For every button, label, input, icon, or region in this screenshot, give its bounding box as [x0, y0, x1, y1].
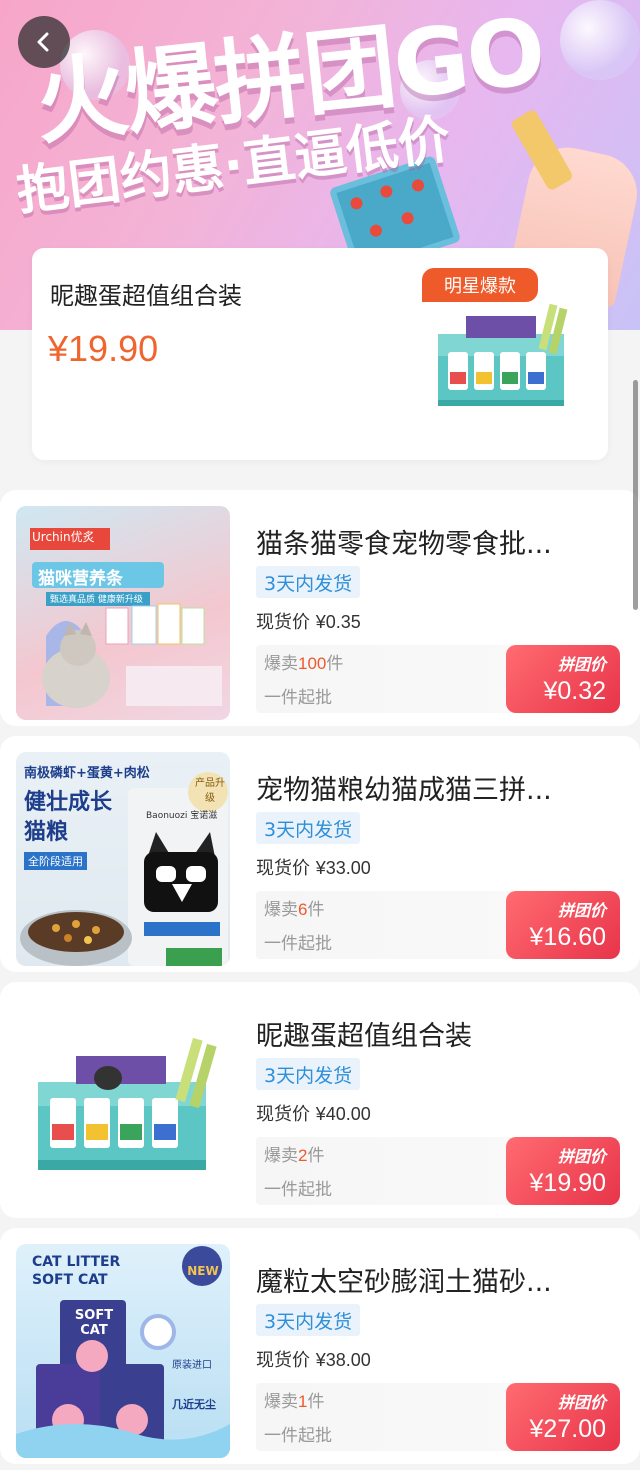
group-buy-button[interactable]: 拼团价 ¥16.60 [506, 891, 620, 959]
chevron-left-icon [37, 32, 49, 52]
group-price-label: 拼团价 [557, 1393, 606, 1412]
sold-count: 爆卖1件 [264, 1392, 325, 1412]
shipping-badge: 3天内发货 [256, 1058, 361, 1090]
spot-price: 现货价 ¥40.00 [256, 1104, 371, 1125]
thumb-brand: Urchin优炙 [32, 530, 95, 544]
combo-pack-illustration [38, 1037, 217, 1170]
min-order: 一件起批 [264, 934, 332, 954]
group-buy-button[interactable]: 拼团价 ¥19.90 [506, 1137, 620, 1205]
min-order: 一件起批 [264, 1426, 332, 1446]
thumb-brand: Baonuozi 宝诺滋 [146, 811, 218, 821]
sold-count: 爆卖2件 [264, 1146, 325, 1166]
product-name: 猫条猫零食宠物零食批... [256, 529, 552, 560]
group-price: ¥19.90 [529, 1169, 606, 1197]
product-name: 昵趣蛋超值组合装 [256, 1021, 472, 1052]
group-buy-box: 爆卖100件 一件起批 拼团价 ¥0.32 [256, 645, 620, 713]
thumb-line4: 全阶段适用 [24, 852, 87, 870]
thumb-line1: 南极磷虾+蛋黄+肉松 [24, 766, 150, 781]
shipping-badge: 3天内发货 [256, 1304, 361, 1336]
back-button[interactable] [18, 16, 70, 68]
thumb-line2: SOFT CAT [32, 1272, 108, 1288]
product-name: 魔粒太空砂膨润土猫砂... [256, 1267, 552, 1298]
group-buy-box: 爆卖1件 一件起批 拼团价 ¥27.00 [256, 1383, 620, 1451]
spot-price: 现货价 ¥33.00 [256, 858, 371, 879]
product-image: CAT LITTER SOFT CAT NEW SOFT CAT 原装进口 几近… [16, 1244, 230, 1458]
group-buy-button[interactable]: 拼团价 ¥27.00 [506, 1383, 620, 1451]
featured-product-card[interactable]: 昵趣蛋超值组合装 ¥19.90 明星爆款 [32, 248, 608, 460]
product-image [16, 998, 230, 1212]
spot-price: 现货价 ¥0.35 [256, 612, 361, 633]
featured-product-price: ¥19.90 [48, 328, 159, 369]
product-image: Urchin优炙 猫咪营养条 甄选真品质 健康新升级 [16, 506, 230, 720]
group-price-label: 拼团价 [557, 1147, 606, 1166]
thumb-note1: 原装进口 [172, 1360, 212, 1371]
group-price: ¥16.60 [529, 923, 606, 951]
shipping-badge: 3天内发货 [256, 566, 361, 598]
min-order: 一件起批 [264, 1180, 332, 1200]
group-buy-box: 爆卖6件 一件起批 拼团价 ¥16.60 [256, 891, 620, 959]
thumb-line1: CAT LITTER [32, 1254, 121, 1270]
bubble-decoration [560, 0, 640, 80]
group-buy-box: 爆卖2件 一件起批 拼团价 ¥19.90 [256, 1137, 620, 1205]
group-buy-button[interactable]: 拼团价 ¥0.32 [506, 645, 620, 713]
product-card[interactable]: Urchin优炙 猫咪营养条 甄选真品质 健康新升级 猫条猫零食宠物零食批...… [0, 490, 640, 726]
thumb-headline: 猫咪营养条 [38, 569, 123, 589]
new-badge: NEW [187, 1264, 219, 1278]
product-name: 宠物猫粮幼猫成猫三拼... [256, 775, 552, 806]
sold-count: 爆卖6件 [264, 900, 325, 920]
group-price-label: 拼团价 [557, 901, 606, 920]
featured-product-name: 昵趣蛋超值组合装 [50, 282, 242, 310]
group-price: ¥27.00 [529, 1415, 606, 1443]
group-price-label: 拼团价 [557, 655, 606, 674]
product-card[interactable]: 南极磷虾+蛋黄+肉松 健壮成长 猫粮 全阶段适用 产品升级 Baonuozi 宝… [0, 736, 640, 972]
thumb-line3: 猫粮 [24, 820, 69, 845]
featured-product-image [438, 303, 568, 406]
product-card[interactable]: CAT LITTER SOFT CAT NEW SOFT CAT 原装进口 几近… [0, 1228, 640, 1464]
product-image: 南极磷虾+蛋黄+肉松 健壮成长 猫粮 全阶段适用 产品升级 Baonuozi 宝… [16, 752, 230, 966]
thumb-tagline: 甄选真品质 健康新升级 [50, 595, 143, 605]
min-order: 一件起批 [264, 688, 332, 708]
sold-count: 爆卖100件 [264, 654, 344, 674]
scrollbar[interactable] [633, 380, 638, 610]
upgrade-badge: 产品升级 [195, 778, 225, 804]
group-price: ¥0.32 [543, 677, 606, 705]
bag-label: SOFT CAT [74, 1308, 114, 1338]
shipping-badge: 3天内发货 [256, 812, 361, 844]
thumb-note2: 几近无尘 [172, 1398, 216, 1411]
star-product-badge: 明星爆款 [422, 268, 538, 302]
spot-price: 现货价 ¥38.00 [256, 1350, 371, 1371]
product-card[interactable]: 昵趣蛋超值组合装 3天内发货 现货价 ¥40.00 爆卖2件 一件起批 拼团价 … [0, 982, 640, 1218]
thumb-line2: 健壮成长 [24, 790, 113, 815]
